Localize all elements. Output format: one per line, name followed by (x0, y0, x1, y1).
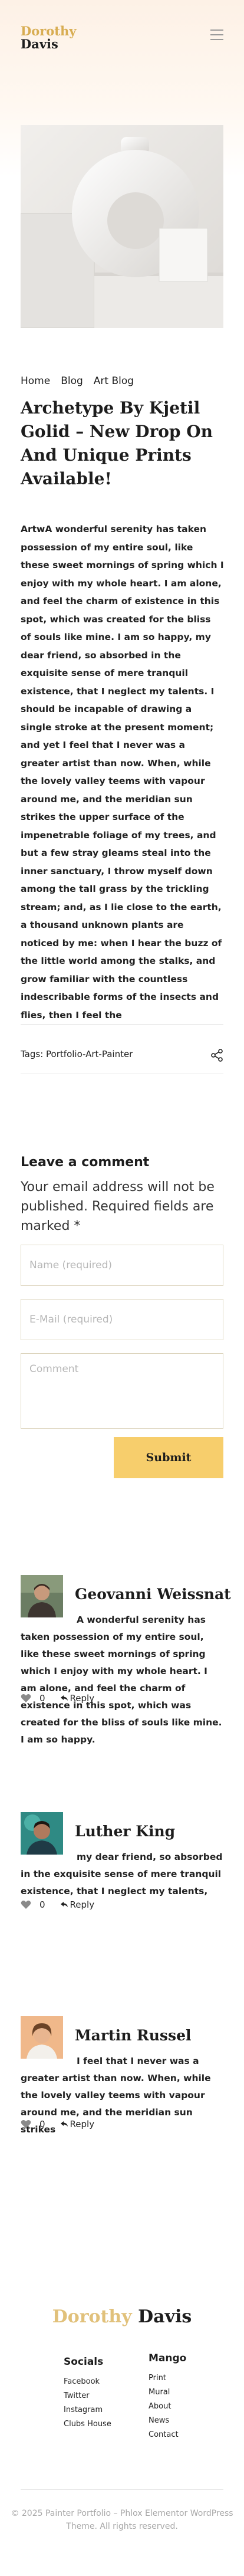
footer-divider (21, 2489, 223, 2490)
leave-comment-heading: Leave a comment (21, 1155, 150, 1170)
like-count: 0 (39, 2119, 45, 2129)
like-count: 0 (39, 1899, 45, 1910)
footer-link-contact[interactable]: Contact (149, 2428, 186, 2442)
footer-logo-first: Dorothy (52, 2306, 132, 2327)
comment-text: my dear friend, so absorbed in the exqui… (21, 1852, 223, 1896)
footer-link-clubs-house[interactable]: Clubs House (64, 2417, 111, 2431)
mango-heading: Mango (149, 2352, 187, 2364)
reply-label: Reply (70, 2119, 95, 2129)
submit-button[interactable]: Submit (114, 1437, 223, 1478)
email-field[interactable] (21, 1299, 223, 1340)
post-title: Archetype By Kjetil Golid – New Drop On … (21, 398, 213, 488)
breadcrumb-home[interactable]: Home (21, 375, 50, 387)
tag-link[interactable]: Portfolio-Art-Painter (46, 1049, 133, 1059)
footer-link-instagram[interactable]: Instagram (64, 2403, 111, 2417)
footer-link-about[interactable]: About (149, 2400, 186, 2414)
share-icon[interactable] (210, 1049, 223, 1062)
comment-author: Martin Russel (75, 2027, 192, 2044)
footer-link-mural[interactable]: Mural (149, 2385, 186, 2400)
comment-actions: 0 Reply (21, 2119, 94, 2129)
comment-actions: 0 Reply (21, 1899, 94, 1910)
heart-icon[interactable] (21, 2119, 31, 2129)
post-tags: Tags: Portfolio-Art-Painter (21, 1049, 133, 1059)
like-count: 0 (39, 1693, 45, 1704)
reply-button[interactable]: Reply (60, 1899, 95, 1910)
footer-link-news[interactable]: News (149, 2414, 186, 2428)
comment-item: Geovanni Weissnat A wonderful serenity h… (21, 1575, 231, 1745)
comment-text: A wonderful serenity has taken possessio… (21, 1614, 222, 1745)
reply-label: Reply (70, 1899, 95, 1910)
footer-link-twitter[interactable]: Twitter (64, 2389, 111, 2403)
reply-button[interactable]: Reply (60, 2119, 95, 2129)
footer-logo-last: Davis (138, 2306, 192, 2327)
reply-arrow-icon (60, 1902, 68, 1907)
comment-author: Luther King (75, 1823, 176, 1840)
logo-last-name: Davis (21, 37, 58, 52)
divider (21, 1024, 223, 1025)
logo-first-name: Dorothy (21, 24, 77, 38)
footer-logo[interactable]: Dorothy Davis (0, 2306, 244, 2327)
socials-heading: Socials (64, 2356, 104, 2368)
comment-item: Martin Russel I feel that I never was a … (21, 2016, 224, 2135)
post-body: ArtwA wonderful serenity has taken posse… (21, 524, 224, 1020)
comment-actions: 0 Reply (21, 1693, 94, 1704)
footer-link-facebook[interactable]: Facebook (64, 2375, 111, 2389)
comment-item: Luther King my dear friend, so absorbed … (21, 1812, 224, 1918)
comment-field[interactable] (21, 1353, 223, 1429)
hamburger-menu-icon[interactable] (210, 29, 223, 40)
breadcrumb-blog[interactable]: Blog (61, 375, 83, 387)
footer-mango: Mango Print Mural About News Contact (149, 2352, 186, 2442)
breadcrumb-art-blog[interactable]: Art Blog (94, 375, 134, 387)
tags-label: Tags: (21, 1049, 44, 1059)
site-header: Dorothy Davis (0, 0, 244, 71)
name-field[interactable] (21, 1245, 223, 1286)
heart-icon[interactable] (21, 1900, 31, 1909)
reply-label: Reply (70, 1693, 95, 1704)
reply-arrow-icon (60, 1695, 68, 1701)
copyright: © 2025 Painter Portfolio – Phlox Element… (11, 2509, 233, 2531)
heart-icon[interactable] (21, 1694, 31, 1703)
reply-button[interactable]: Reply (60, 1693, 95, 1704)
footer-link-print[interactable]: Print (149, 2371, 186, 2385)
reply-arrow-icon (60, 2121, 68, 2127)
breadcrumb: Home Blog Art Blog (21, 375, 134, 387)
site-logo[interactable]: Dorothy Davis (21, 24, 77, 52)
footer-socials: Socials Facebook Twitter Instagram Clubs… (64, 2356, 111, 2431)
post-featured-image (21, 125, 223, 328)
required-fields-notice: Your email address will not be published… (21, 1180, 215, 1233)
comment-author: Geovanni Weissnat (75, 1586, 231, 1603)
